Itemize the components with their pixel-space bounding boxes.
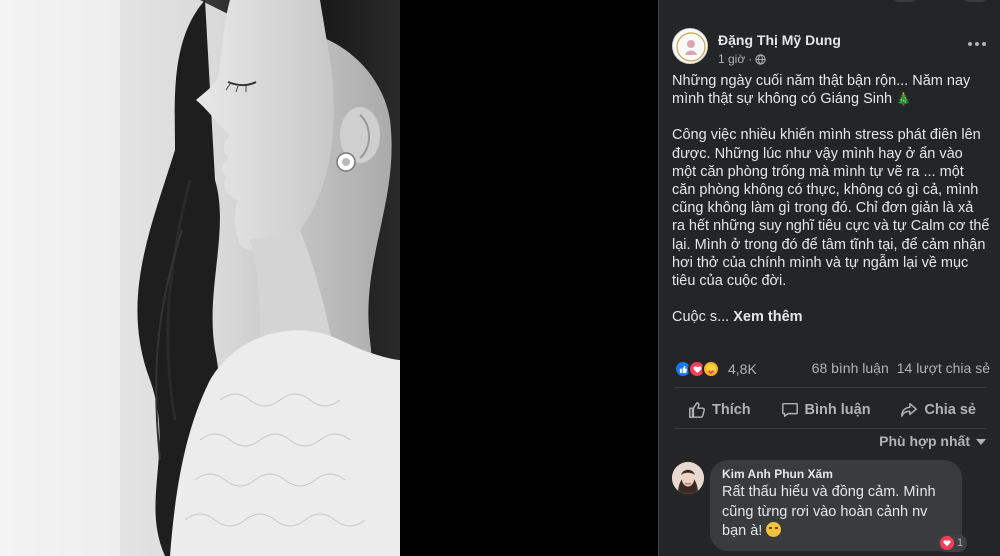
photo-viewer[interactable] — [0, 0, 658, 556]
divider — [674, 428, 986, 429]
like-label: Thích — [712, 402, 751, 418]
relieved-face-emoji-icon — [766, 522, 782, 537]
comment-count[interactable]: 68 bình luận — [812, 360, 889, 376]
post-stats: 4,8K 68 bình luận 14 lượt chia sẻ — [674, 356, 990, 382]
more-dot-icon — [975, 42, 979, 46]
commenter-name[interactable]: Kim Anh Phun Xăm — [722, 467, 950, 481]
thumbs-up-icon — [689, 402, 705, 418]
share-label: Chia sẻ — [924, 402, 976, 418]
see-more-link[interactable]: Xem thêm — [733, 309, 802, 325]
author-avatar[interactable] — [672, 28, 708, 64]
commenter-avatar[interactable] — [672, 462, 704, 494]
post-side-panel: Đặng Thị Mỹ Dung 1 giờ · Những ngày cuối… — [658, 0, 1000, 556]
post-paragraph-text: Những ngày cuối năm thật bận rộn... Năm … — [672, 73, 971, 108]
share-button[interactable]: Chia sẻ — [886, 392, 990, 428]
comment-text-content: Rất thấu hiểu và đồng cảm. Mình cũng từn… — [722, 484, 936, 539]
post-paragraph: Công việc nhiều khiến mình stress phát đ… — [672, 127, 990, 290]
share-icon — [901, 402, 918, 418]
post-actions: Thích Bình luận Chia sẻ — [674, 392, 990, 428]
share-count[interactable]: 14 lượt chia sẻ — [897, 360, 990, 376]
sort-label: Phù hợp nhất — [879, 433, 970, 449]
top-action-button[interactable] — [890, 0, 920, 2]
chevron-down-icon — [976, 439, 986, 445]
more-dot-icon — [968, 42, 972, 46]
love-icon — [940, 536, 954, 550]
reaction-count[interactable]: 4,8K — [728, 361, 757, 377]
post-truncated-line: Cuộc s... Xem thêm — [672, 308, 990, 326]
author-name[interactable]: Đặng Thị Mỹ Dung — [718, 32, 841, 48]
post-photo — [0, 0, 400, 556]
reaction-summary[interactable]: 4,8K — [674, 360, 757, 378]
comment-sort-dropdown[interactable]: Phù hợp nhất — [879, 433, 986, 449]
comment-reaction-badge[interactable]: 1 — [938, 534, 968, 552]
meta-separator: · — [748, 52, 753, 66]
post-body: Những ngày cuối năm thật bận rộn... Năm … — [672, 72, 990, 326]
truncated-text: Cuộc s... — [672, 309, 730, 326]
comment-reaction-count: 1 — [957, 537, 964, 549]
more-dot-icon — [982, 42, 986, 46]
comment-bubble: Kim Anh Phun Xăm Rất thấu hiểu và đồng c… — [710, 460, 962, 551]
top-action-button[interactable] — [960, 0, 990, 2]
like-button[interactable]: Thích — [674, 392, 765, 428]
christmas-tree-icon: 🎄 — [896, 92, 912, 107]
engagement-counts: 68 bình luận 14 lượt chia sẻ — [812, 360, 990, 376]
more-options-button[interactable] — [964, 34, 990, 54]
comment-label: Bình luận — [804, 402, 871, 418]
post-header: Đặng Thị Mỹ Dung 1 giờ · — [672, 24, 992, 68]
post-meta: 1 giờ · — [718, 52, 766, 66]
care-icon — [702, 360, 720, 378]
post-time[interactable]: 1 giờ — [718, 52, 745, 66]
comment-button[interactable]: Bình luận — [767, 392, 885, 428]
divider — [674, 387, 986, 388]
globe-icon — [755, 53, 766, 65]
comment-text: Rất thấu hiểu và đồng cảm. Mình cũng từn… — [722, 483, 950, 542]
comment-icon — [781, 402, 798, 418]
post-paragraph: Những ngày cuối năm thật bận rộn... Năm … — [672, 72, 990, 108]
panel-divider — [658, 0, 659, 556]
